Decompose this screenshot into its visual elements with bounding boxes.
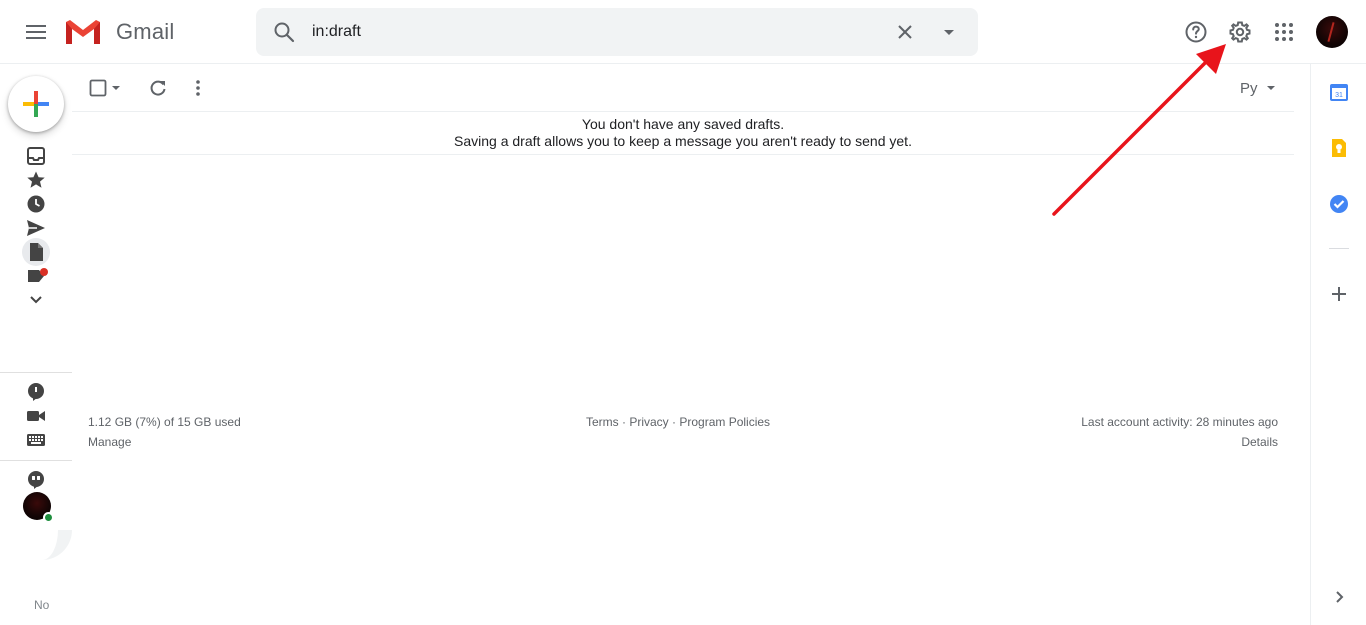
hangouts-status-text: No [34,598,50,612]
more-options-icon[interactable] [188,78,208,98]
more-chevron-icon[interactable] [26,290,46,310]
account-activity: Last account activity: 28 minutes ago De… [1081,412,1278,452]
account-avatar[interactable] [1316,16,1348,48]
main-menu-button[interactable] [20,16,52,48]
privacy-link[interactable]: Privacy [629,415,668,429]
rail-divider [0,372,72,373]
compose-plus-icon [23,91,49,117]
storage-info: 1.12 GB (7%) of 15 GB used Manage [88,412,241,452]
chat-icon[interactable] [26,382,46,402]
empty-drafts-message: You don't have any saved drafts. Saving … [72,112,1294,155]
snoozed-icon[interactable] [26,194,46,214]
tasks-icon[interactable] [1329,194,1349,214]
separator: · [668,415,680,429]
select-dropdown-icon[interactable] [110,78,122,98]
clear-search-icon[interactable] [893,20,917,44]
hangouts-icon[interactable] [26,470,46,490]
input-tools-button[interactable]: Py [1240,80,1278,97]
select-checkbox-icon[interactable] [88,78,108,98]
rail-divider [0,460,72,461]
search-options-icon[interactable] [937,20,961,44]
hangouts-loading-arc [42,530,72,560]
side-panel-divider [1329,248,1349,249]
activity-details-link[interactable]: Details [1081,432,1278,452]
input-tools-dropdown-icon [1266,85,1275,90]
online-status-dot [43,512,54,523]
keyboard-icon[interactable] [26,430,46,450]
storage-usage: 1.12 GB (7%) of 15 GB used [88,415,241,429]
empty-message-title: You don't have any saved drafts. [581,116,785,132]
starred-icon[interactable] [26,170,46,190]
input-tools-label: Py [1240,80,1258,97]
gmail-wordmark: Gmail [116,19,175,44]
calendar-day-label: 31 [1335,92,1343,99]
mail-toolbar: Py [72,64,1294,112]
compose-button[interactable] [8,76,64,132]
search-bar [256,8,978,56]
empty-message-subtitle: Saving a draft allows you to keep a mess… [454,133,912,149]
top-header: Gmail [0,0,1366,64]
settings-gear-icon[interactable] [1228,20,1252,44]
refresh-icon[interactable] [148,78,168,98]
main-menu-icon [26,25,46,39]
add-addon-icon[interactable] [1329,284,1349,304]
calendar-icon[interactable]: 31 [1329,82,1349,102]
last-activity-text: Last account activity: 28 minutes ago [1081,415,1278,429]
keep-icon[interactable] [1329,138,1349,158]
sent-icon[interactable] [26,218,46,238]
inbox-icon[interactable] [26,146,46,166]
video-icon[interactable] [26,406,46,426]
manage-storage-link[interactable]: Manage [88,432,241,452]
gmail-logo[interactable]: Gmail [64,16,174,48]
help-icon[interactable] [1184,20,1208,44]
search-input[interactable] [312,20,872,44]
side-panel: 31 [1310,64,1366,625]
program-policies-link[interactable]: Program Policies [679,415,770,429]
drafts-icon[interactable] [26,242,46,262]
policy-links: Terms · Privacy · Program Policies [586,412,770,432]
terms-link[interactable]: Terms [586,415,619,429]
labels-notification-dot [40,268,48,276]
apps-grid-icon[interactable] [1272,20,1296,44]
separator: · [618,415,630,429]
search-icon[interactable] [272,20,296,44]
expand-panel-icon[interactable] [1329,587,1349,607]
gmail-m-icon [66,20,100,44]
